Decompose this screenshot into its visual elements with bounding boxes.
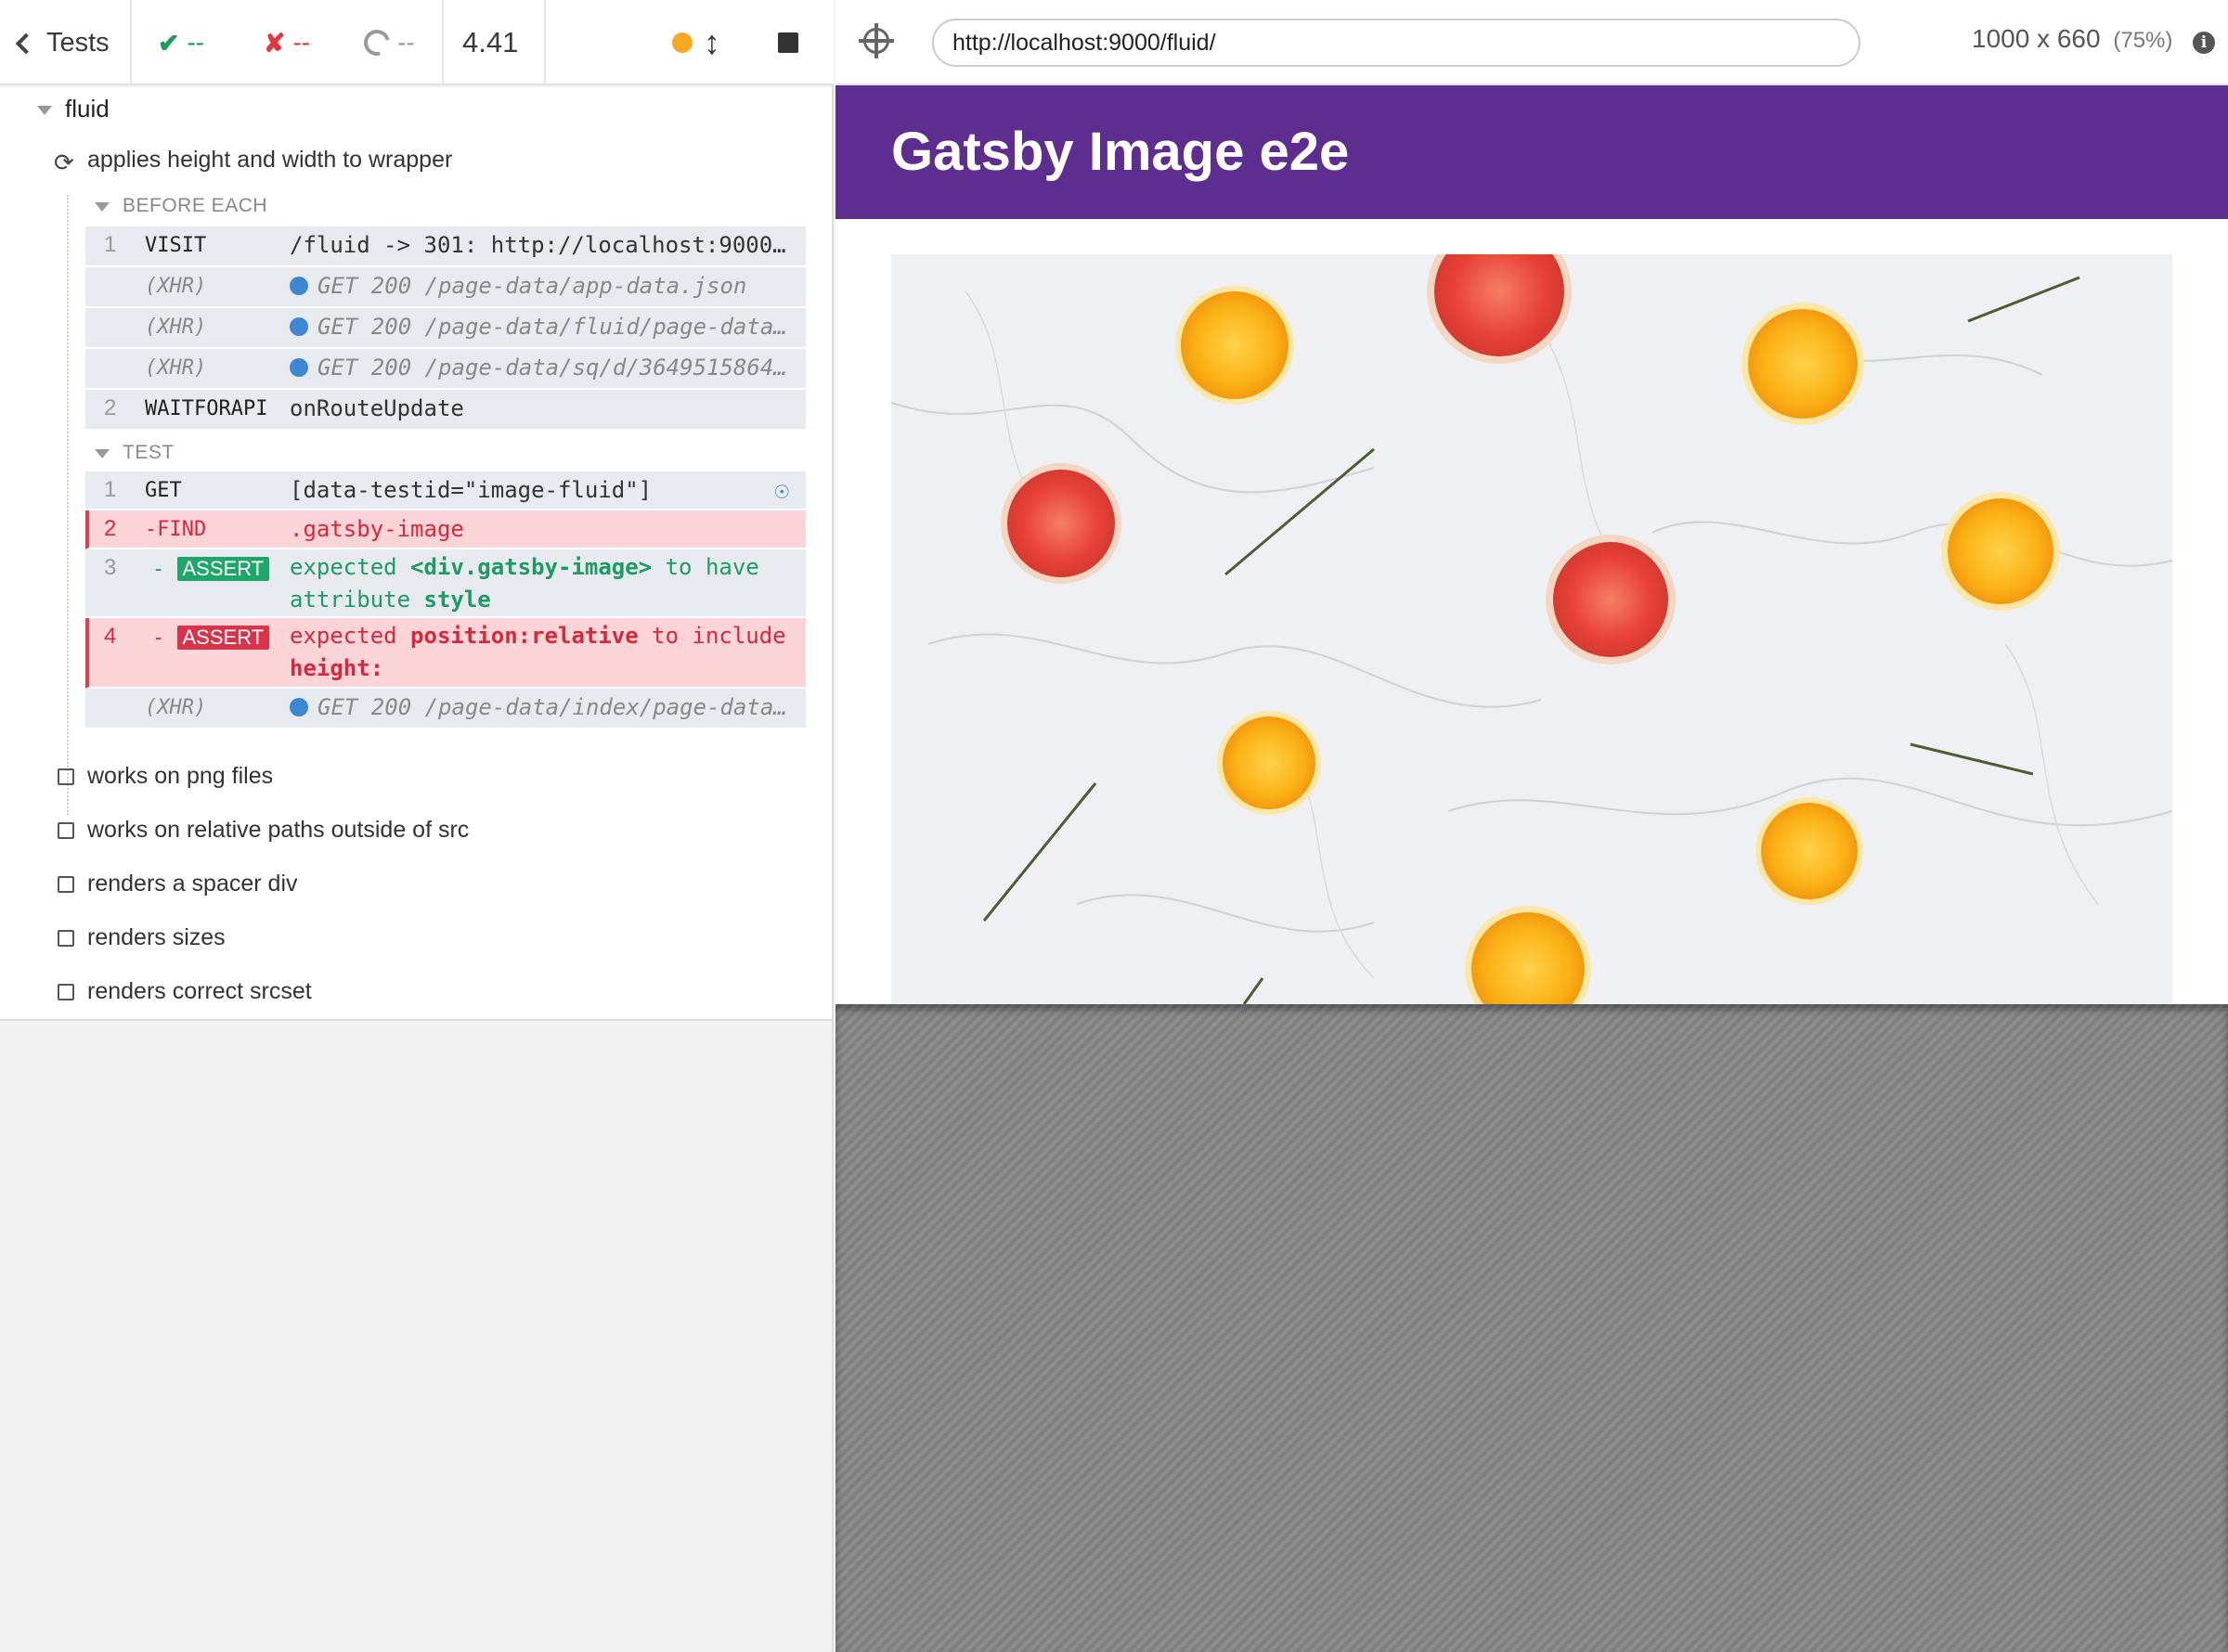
runnables-list: fluid ⟳ applies height and width to wrap… <box>0 87 832 1021</box>
hook-guide-line <box>67 195 69 815</box>
checkbox-icon <box>58 768 74 785</box>
xhr-status-dot-icon <box>290 358 308 377</box>
command-row[interactable]: 2 WAITFORAPI onRouteUpdate <box>85 390 806 431</box>
duration: 4.41 <box>462 26 519 58</box>
pending-test[interactable]: works on relative paths outside of src <box>58 817 469 844</box>
test-section-label[interactable]: TEST <box>123 442 175 464</box>
reporter-panel: Tests ✔ -- ✘ -- -- 4.41 ↕ fluid ⟳ applie… <box>0 0 834 1652</box>
checkbox-icon <box>58 983 74 1000</box>
xhr-row[interactable]: (XHR) GET 200 /page-data/index/page-data… <box>85 689 806 729</box>
site-header: Gatsby Image e2e <box>836 85 2228 219</box>
eye-slash-icon: ☉ <box>774 477 789 505</box>
command-row[interactable]: 1 GET [data-testid="image-fluid"] ☉ <box>85 471 806 510</box>
divider <box>130 0 132 85</box>
check-icon: ✔ <box>158 28 180 58</box>
checkbox-icon <box>58 821 74 839</box>
pending-spinner-icon <box>358 24 395 61</box>
command-row[interactable]: 1 VISIT /fluid -> 301: http://localhost:… <box>85 226 806 267</box>
running-refresh-icon: ⟳ <box>54 148 74 176</box>
failed-count: ✘ -- <box>264 28 311 58</box>
auto-scroll-toggle[interactable]: ↕ <box>704 0 720 85</box>
checkbox-icon <box>58 929 74 947</box>
site-title[interactable]: Gatsby Image e2e <box>891 121 1349 183</box>
assert-badge: ASSERT <box>176 557 270 581</box>
stop-icon <box>778 32 798 53</box>
divider <box>442 0 444 85</box>
xhr-row[interactable]: (XHR) GET 200 /page-data/fluid/page-data… <box>85 308 806 349</box>
pending-test[interactable]: renders a spacer div <box>58 871 298 897</box>
viewport-size: 1000 x 660 (75%) <box>1972 24 2173 53</box>
xhr-status-dot-icon <box>290 698 308 716</box>
xhr-status-dot-icon <box>290 277 308 295</box>
collapse-triangle-icon[interactable] <box>95 202 110 212</box>
checkbox-icon <box>58 875 74 893</box>
collapse-triangle-icon[interactable] <box>95 449 110 458</box>
stop-button[interactable] <box>778 0 798 85</box>
passed-count: ✔ -- <box>158 28 205 58</box>
url-bar: http://localhost:9000/fluid/ 1000 x 660 … <box>836 0 2228 85</box>
cypress-runner: Tests ✔ -- ✘ -- -- 4.41 ↕ fluid ⟳ applie… <box>0 0 2228 1652</box>
xhr-row[interactable]: (XHR) GET 200 /page-data/app-data.json <box>85 267 806 308</box>
xhr-status-dot-icon <box>290 317 308 336</box>
xhr-row[interactable]: (XHR) GET 200 /page-data/sq/d/3649515864… <box>85 349 806 390</box>
assertion-row[interactable]: 3 - ASSERT expected <div.gatsby-image> t… <box>85 549 806 618</box>
pending-count: -- <box>358 0 415 85</box>
pending-test[interactable]: renders sizes <box>58 924 226 951</box>
chevron-left-icon <box>15 32 37 55</box>
reporter-toolbar: Tests ✔ -- ✘ -- -- 4.41 ↕ <box>0 0 834 85</box>
pending-test[interactable]: works on png files <box>58 763 273 790</box>
collapse-triangle-icon[interactable] <box>37 106 52 115</box>
assert-badge: ASSERT <box>176 626 270 650</box>
running-indicator-icon <box>672 0 693 85</box>
failed-command-row[interactable]: 2 -FIND .gatsby-image <box>85 510 806 549</box>
failed-assertion-row[interactable]: 4 - ASSERT expected position:relative to… <box>85 618 806 689</box>
info-icon[interactable]: i <box>2193 32 2215 54</box>
aut-iframe: Gatsby Image e2e <box>836 85 2228 1004</box>
fluid-image <box>891 254 2172 1004</box>
tests-label: Tests <box>46 27 110 58</box>
divider <box>544 0 546 85</box>
cross-icon: ✘ <box>264 28 286 58</box>
suite-title[interactable]: fluid <box>65 95 110 123</box>
viewport-outside-area <box>836 1004 2228 1652</box>
before-each-label[interactable]: BEFORE EACH <box>123 195 267 217</box>
active-test-title[interactable]: applies height and width to wrapper <box>87 147 452 174</box>
pending-test[interactable]: renders correct srcset <box>58 978 312 1005</box>
url-input[interactable]: http://localhost:9000/fluid/ <box>932 19 1860 67</box>
citrus-on-marble-photo <box>891 254 2172 1004</box>
tests-back-button[interactable]: Tests <box>15 0 110 85</box>
arrows-vertical-icon: ↕ <box>704 23 720 61</box>
app-preview: http://localhost:9000/fluid/ 1000 x 660 … <box>836 0 2228 1652</box>
selector-playground-icon[interactable] <box>859 23 894 58</box>
